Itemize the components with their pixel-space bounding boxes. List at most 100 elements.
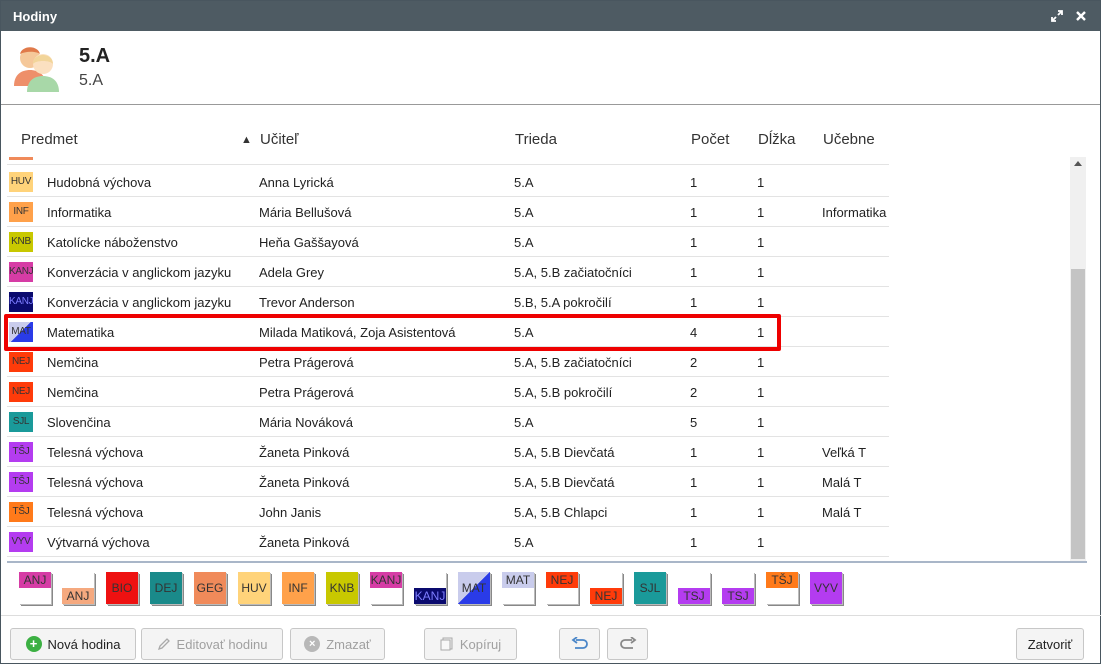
palette-chip[interactable]: GEG xyxy=(194,572,226,604)
new-lesson-button[interactable]: + Nová hodina xyxy=(10,628,136,660)
cell-class: 5.A, 5.B začiatočníci xyxy=(514,355,632,370)
palette-chip[interactable]: KANJ xyxy=(414,572,446,604)
scroll-up-icon[interactable] xyxy=(1074,161,1082,166)
palette-chip-label: KANJ xyxy=(414,589,446,603)
sort-asc-icon[interactable]: ▲ xyxy=(241,134,252,146)
cell-class: 5.A, 5.B Chlapci xyxy=(514,505,608,520)
lessons-dialog: Hodiny 5.A 5.A Predmet ▲ Učiteľ Trieda P… xyxy=(0,0,1101,664)
palette-chip[interactable]: TSJ xyxy=(678,572,710,604)
divider xyxy=(7,561,1087,563)
palette-chip-label: MAT xyxy=(505,573,531,587)
subject-color-badge: TŠJ xyxy=(9,442,33,462)
cell-class: 5.A, 5.B Dievčatá xyxy=(514,445,615,460)
column-header-count[interactable]: Počet xyxy=(691,131,729,148)
table-row[interactable]: HUV Hudobná výchova Anna Lyrická 5.A 1 1 xyxy=(7,167,889,197)
palette-chip-label: VYV xyxy=(813,581,838,595)
cell-class: 5.B, 5.A pokročilí xyxy=(514,295,612,310)
vertical-scrollbar[interactable] xyxy=(1070,157,1086,561)
redo-button[interactable] xyxy=(607,628,648,660)
cell-count: 1 xyxy=(690,265,698,280)
palette-chip[interactable]: HUV xyxy=(238,572,270,604)
column-header-subject[interactable]: Predmet xyxy=(21,131,78,148)
palette-chip[interactable]: DEJ xyxy=(150,572,182,604)
table-row[interactable]: INF Informatika Mária Bellušová 5.A 1 1 Inform… xyxy=(7,197,889,227)
cell-count: 5 xyxy=(690,415,698,430)
palette-chip[interactable]: NEJ xyxy=(546,572,578,604)
palette-chip[interactable]: ANJ xyxy=(62,572,94,604)
palette-chip[interactable]: BIO xyxy=(106,572,138,604)
cell-length: 1 xyxy=(757,325,765,340)
table-row[interactable]: MAT Matematika Milada Matiková, Zoja Asist… xyxy=(7,317,889,347)
edit-lesson-button[interactable]: Editovať hodinu xyxy=(141,628,283,660)
subject-color-badge: NEJ xyxy=(9,352,33,372)
cell-class: 5.A, 5.B pokročilí xyxy=(514,385,613,400)
table-row-partial[interactable] xyxy=(7,157,889,165)
palette-chip[interactable]: SJL xyxy=(634,572,666,604)
cell-teacher: Mária Bellušová xyxy=(259,205,352,220)
cell-length: 1 xyxy=(757,505,765,520)
cell-room: Veľká T xyxy=(822,445,867,460)
palette-chip-label: HUV xyxy=(241,581,267,595)
column-header-rooms[interactable]: Učebne xyxy=(823,131,875,148)
palette-chip[interactable]: ANJ xyxy=(19,572,51,604)
cell-length: 1 xyxy=(757,415,765,430)
cell-count: 4 xyxy=(690,325,698,340)
palette-chip-label: TSJ xyxy=(727,589,749,603)
table-row[interactable]: VYV Výtvarná výchova Žaneta Pinková 5.A 1 1 xyxy=(7,527,889,557)
cell-teacher: Milada Matiková, Zoja Asistentová xyxy=(259,325,456,340)
table-row[interactable]: TŠJ Telesná výchova John Janis 5.A, 5.B Chl… xyxy=(7,497,889,527)
subject-color-badge: VYV xyxy=(9,532,33,552)
delete-button[interactable]: × Zmazať xyxy=(290,628,385,660)
cell-teacher: Žaneta Pinková xyxy=(259,445,350,460)
palette-chip[interactable]: MAT xyxy=(458,572,490,604)
close-button[interactable]: Zatvoriť xyxy=(1016,628,1084,660)
edit-lesson-label: Editovať hodinu xyxy=(176,636,268,652)
cell-class: 5.A xyxy=(514,175,534,190)
page-subtitle: 5.A xyxy=(79,72,104,89)
new-lesson-label: Nová hodina xyxy=(47,636,121,652)
cell-length: 1 xyxy=(757,445,765,460)
cell-length: 1 xyxy=(757,295,765,310)
cell-subject: Informatika xyxy=(47,205,112,220)
undo-button[interactable] xyxy=(559,628,600,660)
table-row[interactable]: KANJ Konverzácia v anglickom jazyku Adela … xyxy=(7,257,889,287)
table-row[interactable]: SJL Slovenčina Mária Nováková 5.A 5 1 xyxy=(7,407,889,437)
maximize-icon[interactable] xyxy=(1048,7,1066,25)
table-row[interactable]: TŠJ Telesná výchova Žaneta Pinková 5.A, 5.B… xyxy=(7,437,889,467)
subject-color-badge: KNB xyxy=(9,232,33,252)
cell-subject: Telesná výchova xyxy=(47,445,144,460)
palette-chip[interactable]: MAT xyxy=(502,572,534,604)
undo-icon xyxy=(571,637,588,649)
column-header-length[interactable]: Dĺžka xyxy=(758,131,796,148)
palette-chip[interactable]: KNB xyxy=(326,572,358,604)
column-header-teacher[interactable]: Učiteľ xyxy=(260,131,299,148)
table-row[interactable]: NEJ Nemčina Petra Prágerová 5.A, 5.B začiat… xyxy=(7,347,889,377)
palette-chip[interactable]: VYV xyxy=(810,572,842,604)
subject-color-badge: INF xyxy=(9,202,33,222)
palette-chip[interactable]: TŠJ xyxy=(766,572,798,604)
palette-chip[interactable]: NEJ xyxy=(590,572,622,604)
palette-chip[interactable]: INF xyxy=(282,572,314,604)
palette-chip-label: ANJ xyxy=(23,573,47,587)
palette-chip[interactable]: KANJ xyxy=(370,572,402,604)
cell-length: 1 xyxy=(757,175,765,190)
table-row[interactable]: KANJ Konverzácia v anglickom jazyku Trevor… xyxy=(7,287,889,317)
palette-chip-label: KNB xyxy=(329,581,355,595)
palette-chip-label: TŠJ xyxy=(771,573,793,587)
cell-class: 5.A xyxy=(514,325,534,340)
copy-label: Kopíruj xyxy=(459,636,502,652)
subject-color-badge: MAT xyxy=(9,322,33,342)
column-header-class[interactable]: Trieda xyxy=(515,131,557,148)
subject-palette: ANJ ANJ BIO DEJ GEG HUV INF KNB KANJ KANJ MAT MAT NE… xyxy=(1,567,1101,611)
table-row[interactable]: TŠJ Telesná výchova Žaneta Pinková 5.A, 5.B… xyxy=(7,467,889,497)
cell-count: 1 xyxy=(690,205,698,220)
table-row[interactable]: NEJ Nemčina Petra Prágerová 5.A, 5.B pokroč… xyxy=(7,377,889,407)
copy-button[interactable]: Kopíruj xyxy=(424,628,517,660)
palette-chip[interactable]: TSJ xyxy=(722,572,754,604)
palette-chip-label: ANJ xyxy=(66,589,90,603)
table-row[interactable]: KNB Katolícke náboženstvo Heňa Gaššayová 5.… xyxy=(7,227,889,257)
lessons-table: HUV Hudobná výchova Anna Lyrická 5.A 1 1 INF In… xyxy=(7,157,889,561)
cell-length: 1 xyxy=(757,535,765,550)
close-icon[interactable] xyxy=(1072,7,1090,25)
scrollbar-thumb[interactable] xyxy=(1071,269,1085,559)
